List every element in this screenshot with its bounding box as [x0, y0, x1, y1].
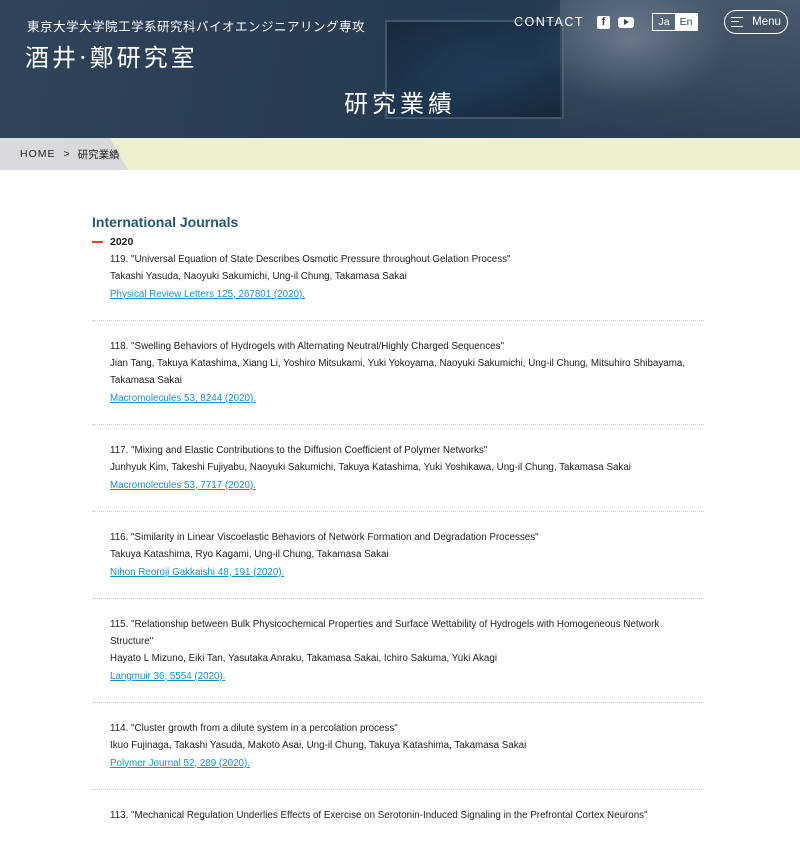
department-name: 東京大学大学院工学系研究科バイオエンジニアリング専攻 [27, 20, 366, 34]
publication-title: 118. "Swelling Behaviors of Hydrogels wi… [110, 340, 504, 352]
publication-authors: Jian Tang, Takuya Katashima, Xiang Li, Y… [110, 358, 686, 387]
publication-authors: Junhyuk Kim, Takeshi Fujiyabu, Naoyuki S… [110, 462, 631, 474]
breadcrumb-current: 研究業績 [77, 148, 120, 161]
publication-authors: Hayato L Mizuno, Eiki Tan, Yasutaka Anra… [110, 653, 498, 665]
hero-banner: 東京大学大学院工学系研究科バイオエンジニアリング専攻 酒井·鄭研究室 研究業績 … [0, 0, 800, 138]
publication-link[interactable]: Nihon Reoroji Gakkaishi 48, 191 (2020). [110, 564, 704, 581]
breadcrumb: HOME > 研究業績 [0, 138, 800, 170]
lang-en-button[interactable]: En [675, 14, 697, 30]
contact-link[interactable]: CONTACT [514, 15, 584, 29]
breadcrumb-home-link[interactable]: HOME [20, 148, 56, 160]
menu-label: Menu [752, 16, 781, 28]
publication-title: 116. "Similarity in Linear Viscoelastic … [110, 531, 539, 543]
publication-link[interactable]: Polymer Journal 52, 289 (2020). [110, 755, 704, 772]
publication-entry: 118. "Swelling Behaviors of Hydrogels wi… [92, 337, 704, 426]
publication-title: 119. "Universal Equation of State Descri… [110, 254, 511, 265]
publication-link[interactable]: Langmuir 36, 5554 (2020). [110, 668, 704, 685]
publication-link[interactable]: Physical Review Letters 125, 267801 (202… [110, 286, 704, 303]
publication-link[interactable]: Macromolecules 53, 8244 (2020). [110, 390, 704, 407]
lab-logo[interactable]: 酒井·鄭研究室 [25, 38, 198, 73]
publication-title: 114. "Cluster growth from a dilute syste… [110, 723, 398, 735]
year-heading: 2020 [92, 236, 704, 248]
publication-authors: Ikuo Fujinaga, Takashi Yasuda, Makoto As… [110, 740, 527, 752]
lang-ja-button[interactable]: Ja [653, 14, 675, 30]
publication-title: 113. "Mechanical Regulation Underlies Ef… [110, 809, 648, 821]
publication-title: 117. "Mixing and Elastic Contributions t… [110, 445, 488, 457]
year-marker-icon [92, 241, 103, 243]
publication-authors: Takashi Yasuda, Naoyuki Sakumichi, Ung-i… [110, 271, 407, 283]
page-title: 研究業績 [344, 91, 456, 118]
publication-title: 115. "Relationship between Bulk Physicoc… [110, 618, 660, 648]
breadcrumb-separator: > [63, 148, 70, 160]
menu-button[interactable]: Menu [724, 10, 788, 34]
publication-entry: 119. "Universal Equation of State Descri… [92, 250, 704, 321]
publication-entry: 113. "Mechanical Regulation Underlies Ef… [92, 806, 704, 841]
youtube-icon[interactable] [618, 16, 634, 28]
top-navigation: CONTACT f Ja En Menu [514, 9, 800, 35]
publication-entry: 115. "Relationship between Bulk Physicoc… [92, 615, 704, 704]
publication-entry: 116. "Similarity in Linear Viscoelastic … [92, 528, 704, 599]
section-title: International Journals [92, 214, 239, 230]
publication-list: International Journals 2020 119. "Univer… [92, 214, 704, 857]
breadcrumb-tab: HOME > 研究業績 [0, 138, 128, 170]
publication-link[interactable]: Macromolecules 53, 7717 (2020). [110, 477, 704, 494]
hamburger-icon [731, 17, 744, 27]
year-label: 2020 [110, 236, 134, 248]
language-switcher: Ja En [652, 13, 698, 31]
publication-entry: 114. "Cluster growth from a dilute syste… [92, 719, 704, 790]
publication-entry: 117. "Mixing and Elastic Contributions t… [92, 441, 704, 512]
facebook-icon[interactable]: f [597, 15, 610, 29]
publication-authors: Takuya Katashima, Ryo Kagami, Ung-il Chu… [110, 549, 389, 561]
